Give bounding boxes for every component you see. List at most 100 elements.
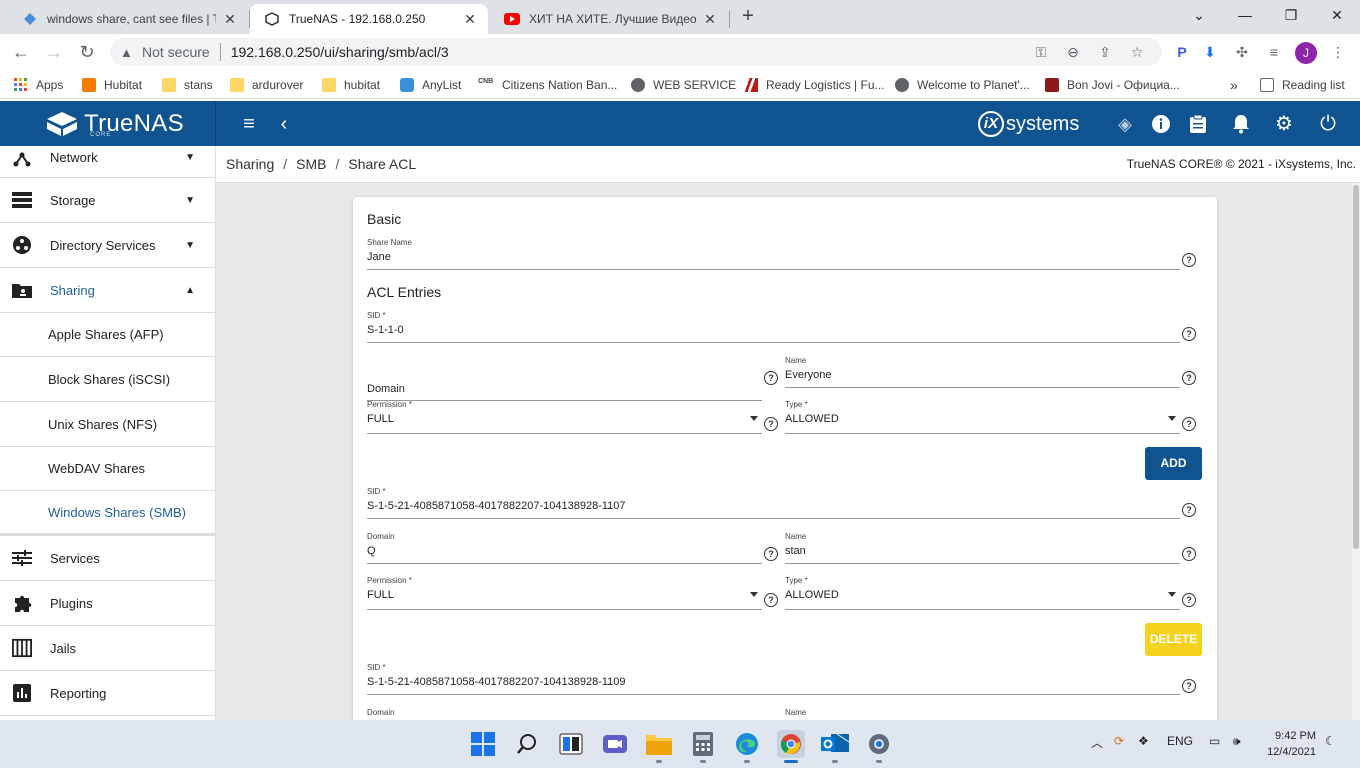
permission-select[interactable]: Permission * FULL — [367, 576, 762, 610]
sid-field[interactable]: SID * S-1-5-21-4085871058-4017882207-104… — [367, 487, 1180, 519]
forward-arrow-icon[interactable]: → — [41, 39, 67, 65]
tab-search-icon[interactable]: ⌄ — [1176, 0, 1222, 30]
bookmark-anylist[interactable]: AnyList — [400, 76, 461, 94]
truenas-logo[interactable]: TrueNAS — [46, 110, 184, 138]
name-field[interactable]: Name stan — [785, 532, 1180, 564]
name-field[interactable]: Name Everyone — [785, 356, 1180, 388]
minimize-icon[interactable]: — — [1222, 0, 1268, 30]
media-control-icon[interactable]: ≡ — [1264, 42, 1284, 62]
help-icon[interactable]: ? — [764, 593, 778, 607]
notifications-moon-icon[interactable]: ☾ — [1325, 734, 1336, 748]
help-icon[interactable]: ? — [1182, 253, 1196, 267]
sidebar-item-webdav[interactable]: WebDAV Shares — [0, 447, 215, 491]
search-icon[interactable] — [513, 730, 541, 758]
delete-entry-button[interactable]: DELETE — [1145, 623, 1202, 656]
collapse-chevron-icon[interactable]: ‹ — [271, 111, 297, 137]
key-icon[interactable]: ⚿ — [1032, 44, 1050, 62]
bookmark-citizens[interactable]: CNB Citizens Nation Ban... — [478, 76, 617, 94]
bookmark-ready-logistics[interactable]: Ready Logistics | Fu... — [744, 76, 885, 94]
volume-icon[interactable]: 🕪 — [1233, 734, 1241, 749]
sidebar-item-plugins[interactable]: Plugins — [0, 581, 215, 626]
bookmark-stans[interactable]: stans — [162, 76, 213, 94]
breadcrumb-sharing[interactable]: Sharing — [226, 156, 274, 172]
type-select[interactable]: Type * ALLOWED — [785, 576, 1180, 610]
chrome-browser-icon[interactable] — [777, 730, 805, 758]
download-icon[interactable]: ⬇ — [1200, 42, 1220, 62]
name-field[interactable]: Name — [785, 708, 1180, 720]
tray-overflow-icon[interactable]: ︿ — [1091, 734, 1103, 751]
sid-field[interactable]: SID * S-1-1-0 — [367, 311, 1180, 343]
bell-notifications-icon[interactable] — [1228, 111, 1254, 137]
help-icon[interactable]: ? — [1182, 327, 1196, 341]
system-clock[interactable]: 9:42 PM 12/4/2021 — [1260, 728, 1316, 760]
sidebar-item-afp[interactable]: Apple Shares (AFP) — [0, 313, 215, 357]
bookmark-hubitat-folder[interactable]: hubitat — [322, 76, 380, 94]
info-icon[interactable] — [1148, 111, 1174, 137]
sidebar-item-nfs[interactable]: Unix Shares (NFS) — [0, 402, 215, 447]
tray-sync-icon[interactable]: ⟳ — [1114, 734, 1124, 748]
browser-tab[interactable]: windows share, cant see files | Tr ✕ — [8, 4, 248, 34]
browser-tab[interactable]: ХИТ НА ХИТЕ. Лучшие Видео К ✕ — [490, 4, 728, 34]
tab-close-icon[interactable]: ✕ — [222, 11, 238, 28]
menu-kebab-icon[interactable]: ⋮ — [1328, 42, 1348, 62]
share-icon[interactable]: ⇪ — [1096, 44, 1114, 62]
help-icon[interactable]: ? — [1182, 593, 1196, 607]
content-scrollbar[interactable] — [1352, 183, 1360, 720]
domain-field[interactable]: Domain — [367, 369, 762, 401]
breadcrumb-smb[interactable]: SMB — [296, 156, 326, 172]
url-text[interactable]: 192.168.0.250/ui/sharing/smb/acl/3 — [231, 44, 449, 60]
help-icon[interactable]: ? — [764, 417, 778, 431]
power-icon[interactable]: ⏻ — [1315, 111, 1341, 137]
zoom-icon[interactable]: ⊖ — [1064, 44, 1082, 62]
help-icon[interactable]: ? — [1182, 679, 1196, 693]
sidebar-item-network[interactable]: Network ▼ — [0, 146, 215, 178]
help-icon[interactable]: ? — [1182, 417, 1196, 431]
sidebar-item-iscsi[interactable]: Block Shares (iSCSI) — [0, 357, 215, 402]
file-explorer-icon[interactable] — [645, 730, 673, 758]
help-icon[interactable]: ? — [764, 371, 778, 385]
clipboard-tasks-icon[interactable] — [1185, 111, 1211, 137]
add-entry-button[interactable]: ADD — [1145, 447, 1202, 480]
sidebar-item-smb[interactable]: Windows Shares (SMB) — [0, 491, 215, 536]
extensions-puzzle-icon[interactable]: ✣ — [1232, 42, 1252, 62]
permission-select[interactable]: Permission * FULL — [367, 400, 762, 434]
task-view-icon[interactable] — [557, 730, 585, 758]
help-icon[interactable]: ? — [1182, 371, 1196, 385]
reading-list-button[interactable]: Reading list — [1260, 76, 1345, 94]
browser-tab-active[interactable]: TrueNAS - 192.168.0.250 ✕ — [250, 4, 488, 34]
share-name-field[interactable]: Share Name Jane — [367, 238, 1180, 270]
outlook-icon[interactable] — [821, 730, 849, 758]
network-monitor-icon[interactable]: ▭ — [1209, 734, 1220, 748]
sidebar-item-sharing[interactable]: Sharing ▲ — [0, 268, 215, 313]
bookmark-apps[interactable]: Apps — [14, 76, 63, 94]
close-window-icon[interactable]: ✕ — [1314, 0, 1360, 30]
sidebar-item-jails[interactable]: Jails — [0, 626, 215, 671]
sid-field[interactable]: SID * S-1-5-21-4085871058-4017882207-104… — [367, 663, 1180, 695]
bookmark-ardurover[interactable]: ardurover — [230, 76, 303, 94]
hamburger-menu-icon[interactable]: ≡ — [236, 111, 262, 137]
edge-browser-icon[interactable] — [733, 730, 761, 758]
reload-icon[interactable]: ↻ — [74, 39, 100, 65]
sidebar-item-storage[interactable]: Storage ▼ — [0, 178, 215, 223]
extension-icon[interactable]: P — [1172, 42, 1192, 62]
domain-field[interactable]: Domain Q — [367, 532, 762, 564]
calculator-icon[interactable] — [689, 730, 717, 758]
dropbox-icon[interactable]: ❖ — [1138, 734, 1149, 748]
tab-close-icon[interactable]: ✕ — [702, 11, 718, 28]
sidebar-item-directory-services[interactable]: Directory Services ▼ — [0, 223, 215, 268]
profile-avatar[interactable]: J — [1295, 42, 1317, 64]
bookmark-web-service[interactable]: WEB SERVICE — [631, 76, 736, 94]
tab-close-icon[interactable]: ✕ — [462, 11, 478, 28]
language-indicator[interactable]: ENG — [1167, 734, 1193, 748]
new-tab-button[interactable]: + — [736, 5, 760, 29]
help-icon[interactable]: ? — [764, 547, 778, 561]
teams-chat-icon[interactable] — [601, 730, 629, 758]
back-arrow-icon[interactable]: ← — [8, 39, 34, 65]
sidebar-item-services[interactable]: Services — [0, 536, 215, 581]
help-icon[interactable]: ? — [1182, 547, 1196, 561]
bookmark-hubitat[interactable]: Hubitat — [82, 76, 142, 94]
type-select[interactable]: Type * ALLOWED — [785, 400, 1180, 434]
help-icon[interactable]: ? — [1182, 503, 1196, 517]
settings-app-icon[interactable] — [865, 730, 893, 758]
bookmark-planet[interactable]: Welcome to Planet'... — [895, 76, 1030, 94]
